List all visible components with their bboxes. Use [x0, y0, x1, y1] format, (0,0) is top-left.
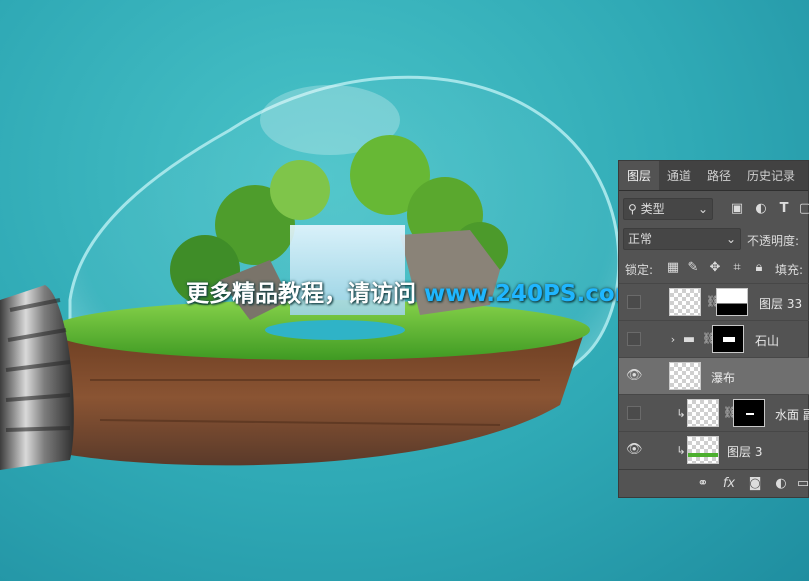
- chevron-right-icon[interactable]: ›: [665, 332, 681, 348]
- watermark-url: www.240PS.com: [424, 281, 639, 307]
- fx-icon[interactable]: fx: [721, 476, 737, 492]
- watermark: 更多精品教程，请访问 www.240PS.com: [186, 274, 639, 308]
- lock-brush-icon[interactable]: ✎: [685, 260, 701, 276]
- layer-mask-thumbnail[interactable]: [712, 325, 744, 353]
- layer-thumbnail: [669, 288, 701, 316]
- opacity-label: 不透明度:: [747, 234, 800, 248]
- layer-mask-thumbnail[interactable]: [733, 399, 765, 427]
- lock-move-icon[interactable]: ✥: [707, 260, 723, 276]
- chevron-down-icon: ⌄: [697, 202, 708, 216]
- blend-mode-select[interactable]: 正常 ⌄: [623, 228, 741, 250]
- filter-kind-value: 类型: [640, 202, 665, 216]
- layer-row[interactable]: 👁︎ ↳ 图层 3: [619, 431, 809, 468]
- search-icon: ⚲: [628, 202, 637, 216]
- link-icon[interactable]: ⛓: [706, 295, 720, 308]
- adjustment-icon[interactable]: ◐: [773, 476, 789, 492]
- layer-thumbnail: [687, 436, 719, 464]
- fill-label: 填充:: [775, 263, 804, 277]
- visibility-toggle[interactable]: [627, 406, 641, 420]
- visibility-toggle[interactable]: [627, 295, 641, 309]
- folder-icon: ▬: [682, 332, 696, 347]
- tab-channels[interactable]: 通道: [659, 161, 699, 190]
- lock-artboard-icon[interactable]: ⌗: [729, 260, 745, 276]
- tab-layers[interactable]: 图层: [619, 161, 660, 190]
- lock-all-icon[interactable]: 🔒︎: [751, 260, 767, 276]
- layer-thumbnail: [687, 399, 719, 427]
- layer-row[interactable]: ⛓ 图层 33: [619, 283, 809, 320]
- filter-kind-select[interactable]: ⚲ 类型 ⌄: [623, 198, 713, 220]
- tab-history[interactable]: 历史记录: [739, 161, 803, 190]
- visibility-toggle[interactable]: [627, 332, 641, 346]
- layers-panel: 图层 通道 路径 历史记录 ⚲ 类型 ⌄ ▣ ◐ T ▢ 正常 ⌄ 不透明度: …: [618, 160, 809, 498]
- link-icon[interactable]: ⛓: [702, 332, 716, 345]
- layer-row[interactable]: 👁︎ 瀑布: [619, 357, 809, 394]
- layer-thumbnail: [669, 362, 701, 390]
- layer-name: 瀑布: [711, 371, 736, 385]
- image-filter-icon[interactable]: ▣: [729, 201, 745, 217]
- layer-name: 图层 3: [727, 445, 763, 459]
- panel-tabs: 图层 通道 路径 历史记录: [619, 161, 808, 191]
- link-icon[interactable]: ⛓: [723, 406, 737, 419]
- tab-paths[interactable]: 路径: [699, 161, 739, 190]
- layer-row[interactable]: › ▬ ⛓ 石山: [619, 320, 809, 357]
- adjustment-filter-icon[interactable]: ◐: [753, 201, 769, 217]
- mask-icon[interactable]: ◙: [747, 476, 763, 492]
- layer-mask-thumbnail[interactable]: [716, 288, 748, 316]
- type-filter-icon[interactable]: T: [776, 201, 792, 217]
- layer-row[interactable]: ↳ ⛓ 水面 副: [619, 394, 809, 431]
- link-icon[interactable]: ⚭: [695, 476, 711, 492]
- layer-name: 石山: [755, 334, 780, 348]
- folder-icon[interactable]: ▭: [795, 476, 809, 492]
- blend-mode-value: 正常: [628, 232, 653, 246]
- lock-transparent-icon[interactable]: ▦: [665, 260, 681, 276]
- layer-name: 水面 副: [775, 408, 809, 422]
- lock-label: 锁定:: [625, 263, 654, 277]
- panel-footer: ⚭ fx ◙ ◐ ▭: [619, 469, 809, 497]
- chevron-down-icon: ⌄: [725, 232, 736, 246]
- watermark-text: 更多精品教程，请访问: [186, 281, 416, 307]
- eye-icon[interactable]: 👁︎: [626, 368, 643, 384]
- shape-filter-icon[interactable]: ▢: [797, 201, 809, 217]
- layer-name: 图层 33: [759, 297, 803, 311]
- eye-icon[interactable]: 👁︎: [626, 442, 643, 458]
